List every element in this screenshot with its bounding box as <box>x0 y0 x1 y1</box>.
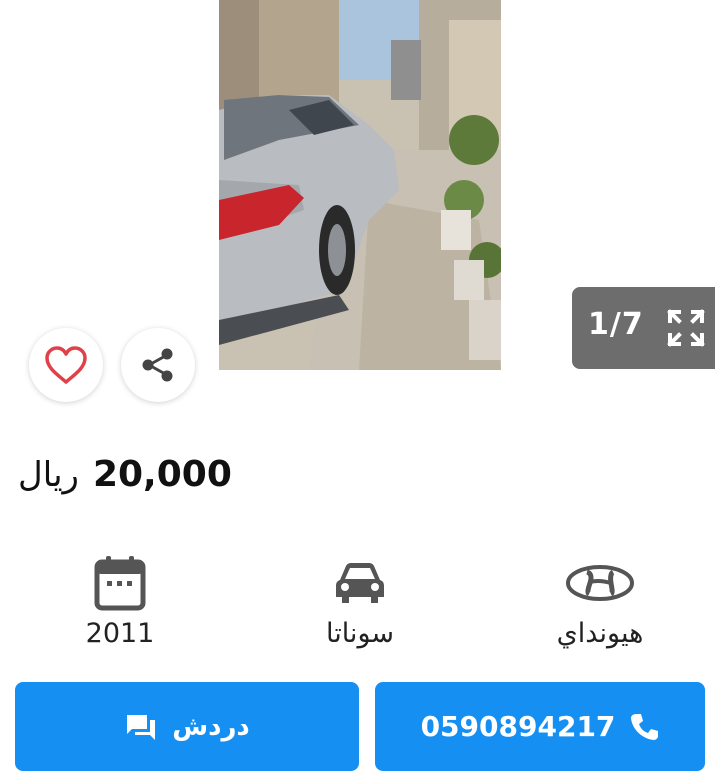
listing-photo[interactable] <box>219 0 501 370</box>
price-value: 20,000 <box>92 454 232 495</box>
previous-image-button[interactable] <box>42 142 82 182</box>
price-currency: ريال <box>18 455 79 495</box>
next-image-button[interactable] <box>638 142 678 182</box>
image-counter-panel: 1/7 <box>572 287 715 369</box>
share-button[interactable] <box>121 328 195 402</box>
make-value: هيونداي <box>556 618 644 649</box>
spec-model: سوناتا <box>270 552 450 649</box>
heart-icon <box>45 346 87 384</box>
chevron-right-icon <box>650 148 667 176</box>
fullscreen-button[interactable] <box>667 309 705 347</box>
chat-button-label: دردش <box>172 711 250 742</box>
chevron-left-icon <box>53 148 70 176</box>
hyundai-logo-icon <box>566 565 634 601</box>
phone-icon <box>631 713 659 740</box>
image-counter: 1/7 <box>588 307 644 342</box>
year-value: 2011 <box>85 618 155 649</box>
call-button-number: 0590894217 <box>420 710 616 743</box>
image-gallery[interactable]: 1/7 <box>0 0 715 370</box>
favorite-button[interactable] <box>29 328 103 402</box>
car-icon <box>336 563 384 603</box>
fullscreen-icon <box>667 309 705 347</box>
model-value: سوناتا <box>325 618 395 649</box>
share-icon <box>142 348 173 382</box>
listing-price: ريال 20,000 <box>18 454 232 514</box>
chat-icon <box>127 714 156 740</box>
call-button[interactable]: 0590894217 <box>375 682 705 771</box>
spec-make: هيونداي <box>510 552 690 649</box>
chat-button[interactable]: دردش <box>15 682 359 771</box>
calendar-icon <box>94 556 146 611</box>
spec-year: 2011 <box>30 552 210 649</box>
car-photo-illustration <box>219 0 501 370</box>
